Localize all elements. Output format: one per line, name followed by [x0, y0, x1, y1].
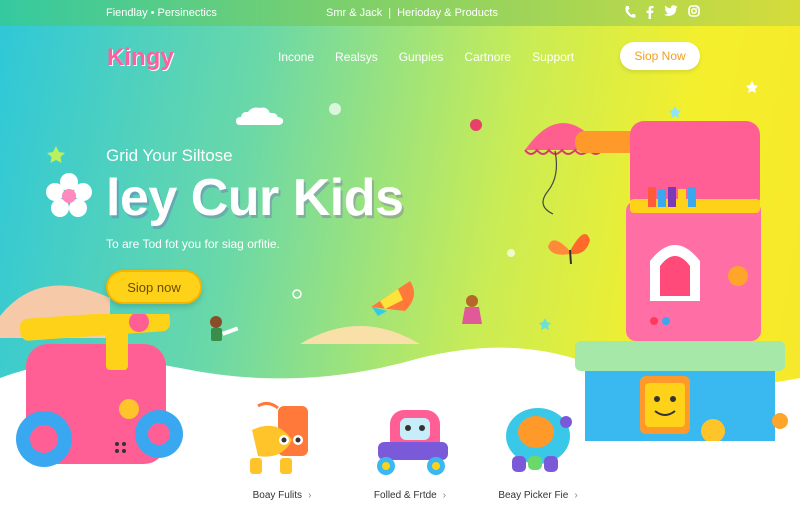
product-image-3: [506, 408, 572, 472]
product-card-1[interactable]: Boay Fulits ›: [222, 400, 342, 501]
top-bar: Fiendlay • Persinectics Smr & Jack | Herio…: [0, 0, 800, 26]
chevron-right-icon: ›: [574, 490, 578, 501]
chevron-right-icon: ›: [308, 490, 312, 501]
product-image-2: [377, 410, 448, 475]
nav-item-2[interactable]: Realsys: [335, 50, 378, 64]
product-card-2[interactable]: Folled & Frtde ›: [350, 400, 470, 501]
nav-item-3[interactable]: Gunpies: [399, 50, 444, 64]
main-nav: Incone Realsys Gunpies Cartnore Support: [278, 50, 574, 64]
product-label-1: Boay Fulits ›: [252, 490, 312, 501]
topbar-link-2[interactable]: Herioday & Products: [397, 7, 498, 19]
hero-section: Kingy Incone Realsys Gunpies Cartnore Su…: [0, 26, 800, 512]
logo[interactable]: Kingy: [107, 44, 174, 72]
social-icons: [624, 5, 700, 23]
phone-icon[interactable]: [624, 5, 636, 23]
topbar-links: Smr & Jack | Herioday & Products: [326, 7, 498, 19]
hero-headline: ley Cur Kids: [106, 169, 404, 227]
nav-item-5[interactable]: Support: [532, 50, 574, 64]
flower-icon: [46, 173, 92, 217]
product-image-1: [250, 401, 308, 474]
nav-item-1[interactable]: Incone: [278, 50, 314, 64]
cloud-icon: [236, 107, 284, 125]
topbar-link-1[interactable]: Smr & Jack: [326, 7, 382, 19]
header-shop-button[interactable]: Siop Now: [620, 42, 700, 70]
toy-truck-image: [16, 314, 183, 467]
toy-machine-image: [575, 121, 788, 441]
product-label-2: Folled & Frtde ›: [373, 490, 447, 501]
instagram-icon[interactable]: [688, 5, 700, 23]
hero-tagline: To are Tod fot you for siag orfitie.: [106, 237, 280, 251]
hero-subheading: Grid Your Siltose: [106, 146, 233, 165]
twitter-icon[interactable]: [664, 5, 678, 23]
topbar-separator: |: [388, 7, 392, 19]
product-label-3: Beay Picker Fie ›: [498, 490, 578, 501]
logo-text: Kingy: [107, 44, 174, 71]
chevron-right-icon: ›: [442, 490, 447, 501]
facebook-icon[interactable]: [646, 5, 654, 23]
topbar-left-text[interactable]: Fiendlay • Persinectics: [106, 7, 217, 19]
nav-item-4[interactable]: Cartnore: [464, 50, 511, 64]
product-card-3[interactable]: Beay Picker Fie ›: [478, 400, 598, 501]
hero-shop-button[interactable]: Siop now: [106, 270, 202, 304]
